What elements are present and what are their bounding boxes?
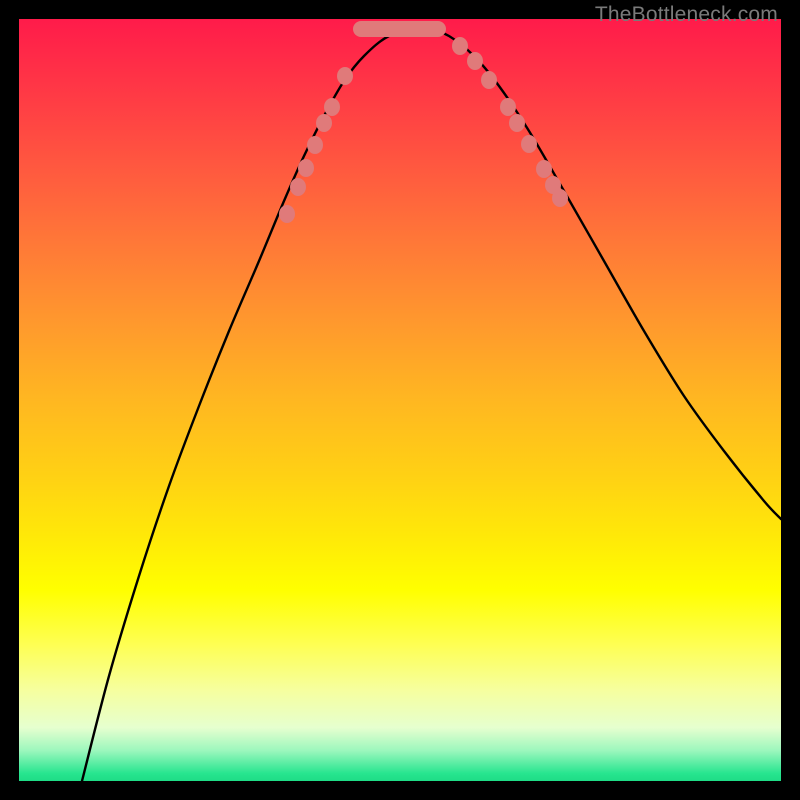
data-marker — [536, 160, 552, 178]
data-marker — [452, 37, 468, 55]
data-marker — [316, 114, 332, 132]
right-data-markers — [452, 37, 568, 207]
data-marker — [307, 136, 323, 154]
watermark-text: TheBottleneck.com — [595, 3, 778, 27]
left-data-markers — [279, 67, 353, 223]
data-marker — [509, 114, 525, 132]
chart-overlay — [19, 19, 781, 781]
data-marker — [337, 67, 353, 85]
chart-plot-area — [19, 19, 781, 781]
data-marker — [552, 189, 568, 207]
data-marker — [467, 52, 483, 70]
data-marker — [290, 178, 306, 196]
data-marker — [500, 98, 516, 116]
data-marker — [521, 135, 537, 153]
data-marker — [481, 71, 497, 89]
chart-stage: TheBottleneck.com — [0, 0, 800, 800]
data-marker — [298, 159, 314, 177]
bottleneck-curve — [82, 28, 781, 781]
bottom-band-markers — [353, 21, 446, 37]
data-marker — [279, 205, 295, 223]
data-marker — [324, 98, 340, 116]
bottom-band-capsule — [353, 21, 446, 37]
